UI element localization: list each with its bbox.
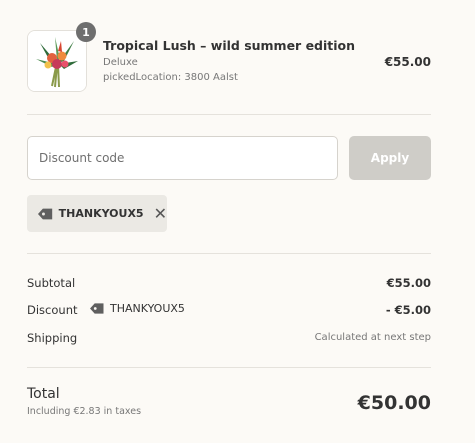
taxes-note: Including €2.83 in taxes: [27, 406, 142, 417]
discount-code-input[interactable]: [27, 136, 338, 180]
shipping-label: Shipping: [27, 331, 78, 345]
bouquet-image: [28, 31, 86, 91]
divider: [27, 114, 431, 115]
total-value: €50.00: [357, 392, 431, 414]
subtotal-label: Subtotal: [27, 276, 76, 290]
product-image: 1: [27, 22, 96, 92]
discount-code-inline: THANKYOUX5: [89, 302, 185, 315]
tag-icon: [90, 303, 104, 314]
divider: [27, 253, 431, 254]
product-price: €55.00: [384, 55, 431, 69]
discount-value: - €5.00: [385, 303, 431, 317]
product-location: pickedLocation: 3800 Aalst: [103, 72, 238, 83]
line-item: 1 Tropical Lush – wild summer edition De…: [27, 22, 431, 94]
remove-discount-icon[interactable]: ✕: [154, 205, 167, 222]
product-title: Tropical Lush – wild summer edition: [103, 38, 356, 53]
product-variant: Deluxe: [103, 57, 138, 68]
quantity-badge: 1: [76, 22, 96, 42]
applied-discount-tag: THANKYOUX5 ✕: [27, 195, 167, 232]
subtotal-row: Subtotal €55.00: [27, 276, 431, 294]
discount-label: Discount: [27, 303, 78, 317]
apply-button[interactable]: Apply: [349, 136, 431, 180]
subtotal-value: €55.00: [386, 276, 431, 290]
shipping-value: Calculated at next step: [314, 332, 431, 343]
divider: [27, 367, 431, 368]
discount-row: Discount THANKYOUX5 - €5.00: [27, 302, 431, 321]
tag-icon: [37, 208, 53, 219]
shipping-row: Shipping Calculated at next step: [27, 331, 431, 349]
applied-discount-code: THANKYOUX5: [58, 207, 144, 220]
discount-code-text: THANKYOUX5: [110, 302, 185, 315]
total-label: Total: [27, 386, 60, 402]
